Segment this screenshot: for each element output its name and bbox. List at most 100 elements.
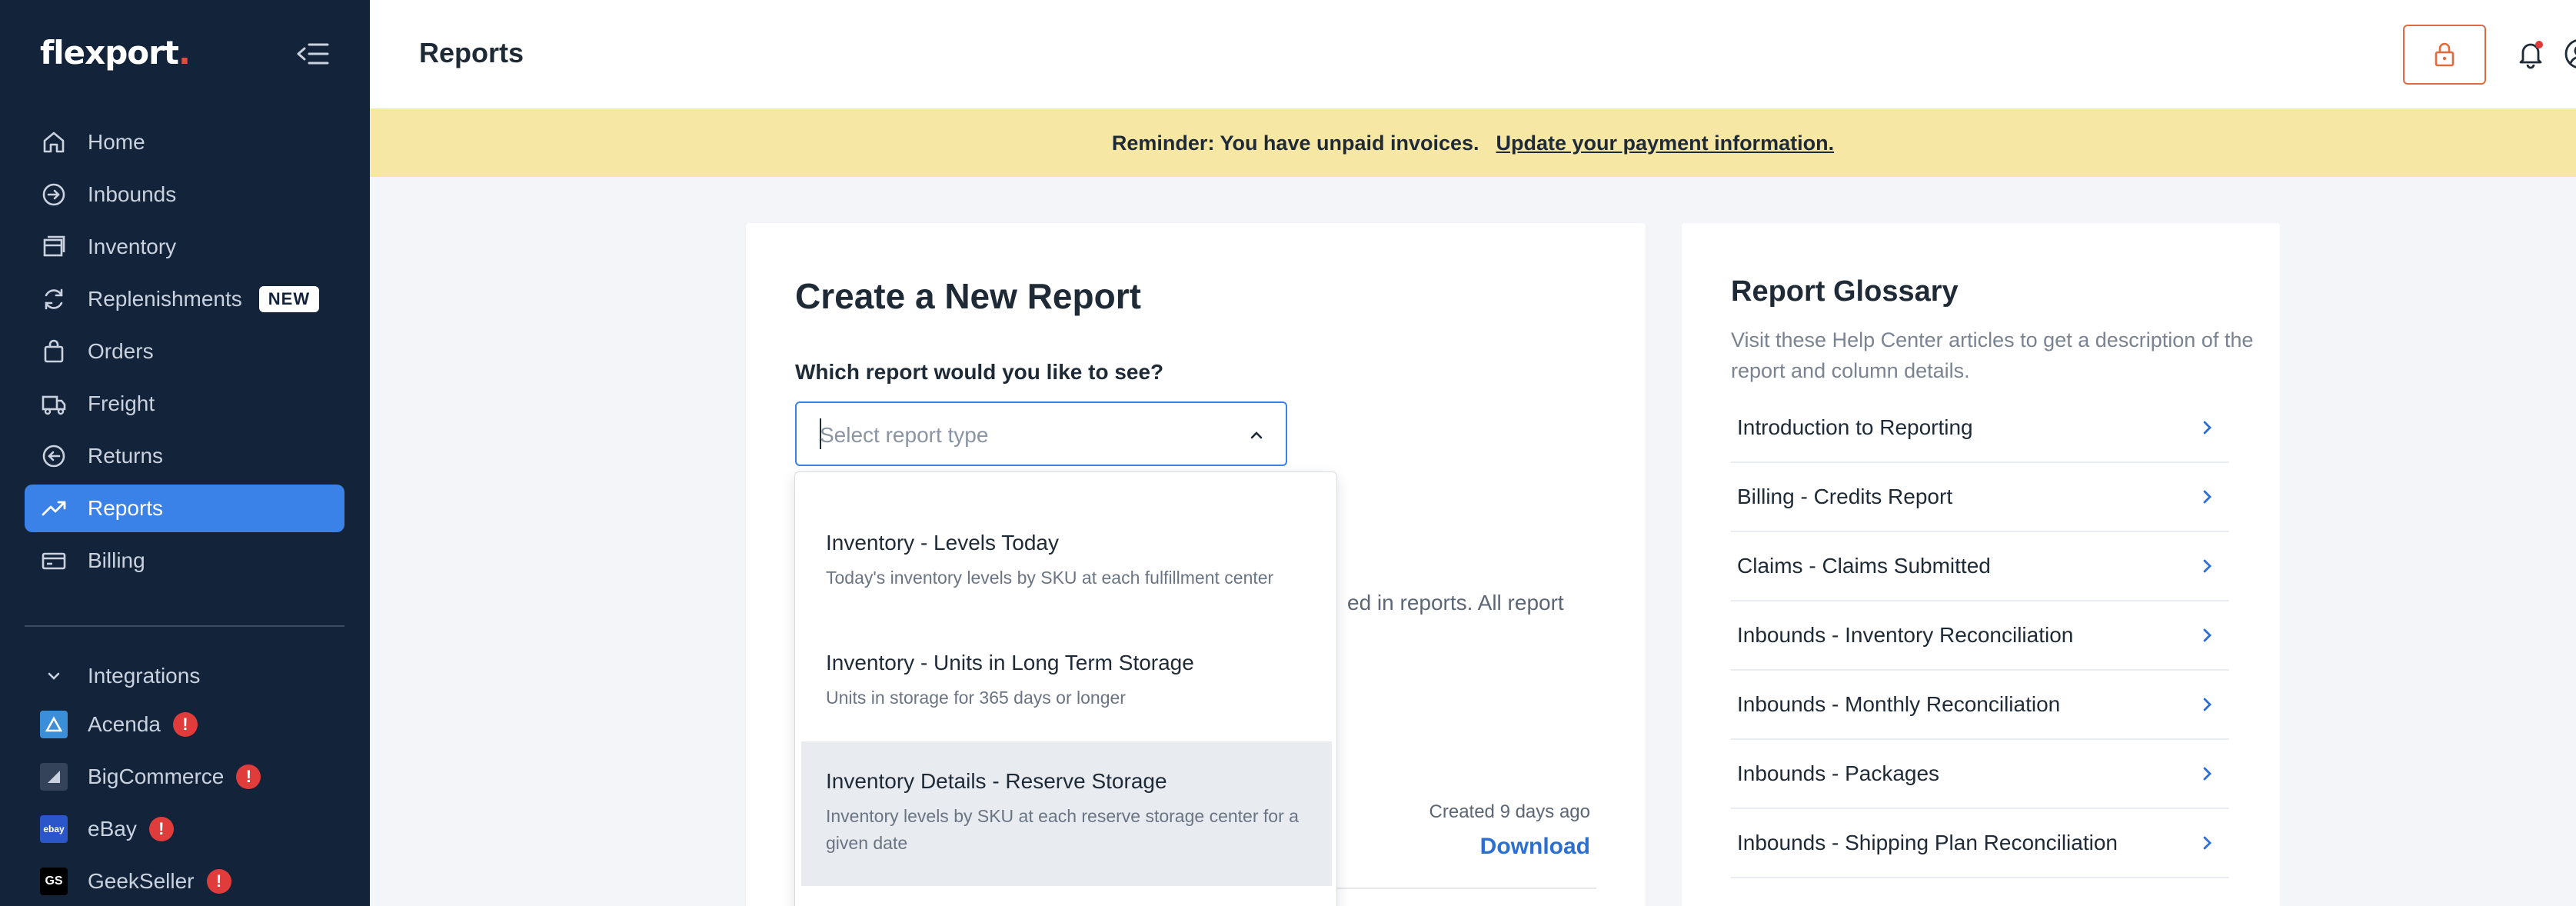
alert-icon: ! <box>148 817 174 841</box>
sidebar-item-billing[interactable]: Billing <box>25 537 344 585</box>
glossary-item[interactable]: Inbounds - Shipping Plan Reconciliation <box>1731 809 2229 878</box>
integrations-label: Integrations <box>88 664 201 688</box>
option-description: Today's inventory levels by SKU at each … <box>826 568 1274 588</box>
sidebar: flexport. Home Inbounds Inventory Replen… <box>0 0 370 906</box>
geekseller-logo-icon: GS <box>40 868 68 895</box>
bag-icon <box>40 338 68 365</box>
glossary-item-label: Billing - Credits Report <box>1737 485 1953 508</box>
alert-icon: ! <box>172 712 198 737</box>
integration-label: BigCommerce <box>88 764 225 788</box>
integrations-section: Integrations Acenda ! BigCommerce ! ebay… <box>25 654 344 906</box>
sidebar-item-label: Freight <box>88 391 155 415</box>
integration-label: GeekSeller <box>88 869 195 893</box>
lock-icon <box>2435 42 2455 67</box>
chevron-right-icon <box>2203 628 2212 642</box>
dropdown-option-reserve-storage[interactable]: Inventory Details - Reserve Storage Inve… <box>801 741 1332 886</box>
sidebar-divider <box>25 625 344 627</box>
download-link[interactable]: Download <box>1480 834 1590 860</box>
glossary-item[interactable]: Inbounds - Packages <box>1731 740 2229 809</box>
glossary-item-label: Inbounds - Inventory Reconciliation <box>1737 623 2074 647</box>
sidebar-item-freight[interactable]: Freight <box>25 380 344 428</box>
report-type-dropdown: Inventory - Levels Today Today's invento… <box>794 471 1337 906</box>
chevron-right-icon <box>2203 836 2212 850</box>
collapse-sidebar-icon[interactable] <box>295 40 331 68</box>
chevron-right-icon <box>2203 421 2212 435</box>
glossary-item-label: Introduction to Reporting <box>1737 415 1973 439</box>
sidebar-item-orders[interactable]: Orders <box>25 328 344 375</box>
sidebar-item-label: Inventory <box>88 235 177 258</box>
option-title: Inventory Details - Reserve Storage <box>826 769 1167 793</box>
truck-icon <box>40 390 68 418</box>
banner-text: Reminder: You have unpaid invoices. <box>1111 131 1479 155</box>
inbound-icon <box>40 181 68 208</box>
sidebar-item-replenishments[interactable]: Replenishments NEW <box>25 275 344 323</box>
sidebar-item-inventory[interactable]: Inventory <box>25 223 344 271</box>
chevron-right-icon <box>2203 490 2212 504</box>
integration-label: eBay <box>88 817 137 841</box>
bigcommerce-logo-icon <box>40 763 68 791</box>
sidebar-item-returns[interactable]: Returns <box>25 432 344 480</box>
option-title: Inventory - Units in Long Term Storage <box>826 651 1194 675</box>
option-description: Inventory levels by SKU at each reserve … <box>826 806 1299 853</box>
glossary-item[interactable]: Claims - Claims Submitted <box>1731 532 2229 601</box>
glossary-item-label: Inbounds - Shipping Plan Reconciliation <box>1737 831 2118 854</box>
create-report-title: Create a New Report <box>795 276 1141 316</box>
glossary-title: Report Glossary <box>1731 275 1959 308</box>
sidebar-item-label: Replenishments <box>88 287 242 311</box>
glossary-item[interactable]: Billing - Credits Report <box>1731 463 2229 532</box>
acenda-logo-icon <box>40 711 68 738</box>
report-info-text: ed in reports. All report <box>1347 591 1564 615</box>
sidebar-item-home[interactable]: Home <box>25 118 344 166</box>
dropdown-option-inventory-levels-today[interactable]: Inventory - Levels Today Today's invento… <box>801 531 1332 638</box>
sidebar-item-label: Reports <box>88 496 164 520</box>
inventory-icon <box>40 233 68 261</box>
glossary-description: Visit these Help Center articles to get … <box>1731 328 2254 382</box>
notification-bell-icon[interactable] <box>2514 37 2548 71</box>
alert-icon: ! <box>206 869 231 894</box>
glossary-item[interactable]: Inbounds - Inventory Reconciliation <box>1731 601 2229 671</box>
integration-geekseller[interactable]: GS GeekSeller ! <box>25 855 344 906</box>
update-payment-link[interactable]: Update your payment information. <box>1496 132 1835 155</box>
report-glossary-card: Report Glossary Visit these Help Center … <box>1682 223 2280 906</box>
sidebar-item-label: Home <box>88 130 145 154</box>
chevron-right-icon <box>2203 559 2212 573</box>
sidebar-item-reports[interactable]: Reports <box>25 485 344 532</box>
sidebar-item-label: Billing <box>88 548 145 572</box>
alert-icon: ! <box>236 764 261 789</box>
glossary-item[interactable]: Inbounds - Monthly Reconciliation <box>1731 671 2229 740</box>
created-timestamp: Created 9 days ago <box>1429 801 1590 822</box>
glossary-item-label: Inbounds - Packages <box>1737 761 1940 785</box>
chevron-up-icon <box>1250 431 1263 439</box>
ebay-logo-icon: ebay <box>40 815 68 843</box>
report-type-select[interactable]: Select report type <box>795 401 1287 466</box>
report-type-label: Which report would you like to see? <box>795 360 1164 384</box>
option-description: Units in storage for 365 days or longer <box>826 688 1126 708</box>
new-badge: NEW <box>258 286 320 312</box>
glossary-item-label: Claims - Claims Submitted <box>1737 554 1991 578</box>
trend-icon <box>40 495 68 522</box>
chevron-down-icon <box>40 668 68 684</box>
page-title: Reports <box>419 37 524 68</box>
integration-bigcommerce[interactable]: BigCommerce ! <box>25 751 344 803</box>
sidebar-item-label: Orders <box>88 339 154 363</box>
sidebar-item-label: Inbounds <box>88 182 177 206</box>
integration-label: Acenda <box>88 712 161 736</box>
integration-ebay[interactable]: ebay eBay ! <box>25 803 344 855</box>
integrations-toggle[interactable]: Integrations <box>25 654 344 698</box>
glossary-item-label: Inbounds - Monthly Reconciliation <box>1737 692 2061 716</box>
payment-reminder-banner: Reminder: You have unpaid invoices. Upda… <box>370 109 2576 177</box>
return-icon <box>40 442 68 470</box>
integration-acenda[interactable]: Acenda ! <box>25 698 344 751</box>
glossary-item[interactable]: Introduction to Reporting <box>1731 394 2229 463</box>
option-title: Inventory - Levels Today <box>826 531 1059 555</box>
refresh-icon <box>40 285 68 313</box>
lock-button[interactable] <box>2403 25 2486 85</box>
billing-icon <box>40 547 68 575</box>
sidebar-item-inbounds[interactable]: Inbounds <box>25 171 344 218</box>
chevron-right-icon <box>2203 698 2212 711</box>
chevron-right-icon <box>2203 767 2212 781</box>
main-nav: Home Inbounds Inventory Replenishments N… <box>25 118 344 589</box>
glossary-list: Introduction to Reporting Billing - Cred… <box>1731 394 2229 878</box>
user-avatar-icon[interactable] <box>2563 37 2576 71</box>
flexport-logo[interactable]: flexport. <box>40 34 191 72</box>
